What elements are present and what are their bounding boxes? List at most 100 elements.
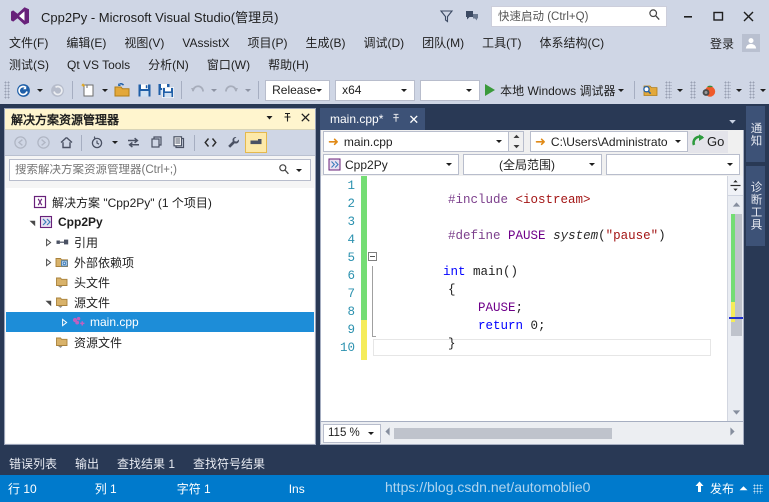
notifications-icon[interactable] — [459, 3, 485, 29]
menu-edit[interactable]: 编辑(E) — [57, 33, 115, 53]
chevron-down-icon[interactable] — [618, 88, 625, 92]
dock-tab-error-list[interactable]: 错误列表 — [0, 455, 66, 472]
scroll-down-icon[interactable] — [728, 405, 743, 419]
expander-collapsed[interactable] — [42, 256, 54, 268]
refresh-icon[interactable] — [145, 132, 167, 153]
close-icon[interactable] — [300, 112, 311, 126]
close-button[interactable] — [733, 3, 763, 29]
zoom-combo[interactable]: 115 % — [323, 423, 381, 443]
sync-with-active-document-icon[interactable] — [122, 132, 144, 153]
expander-collapsed[interactable] — [58, 316, 70, 328]
toolbar-grip-4[interactable] — [724, 81, 731, 99]
tree-item-solution[interactable]: 解决方案 "Cpp2Py" (1 个项目) — [6, 192, 314, 212]
home-icon[interactable] — [55, 132, 77, 153]
menu-analyze[interactable]: 分析(N) — [139, 55, 198, 75]
pin-icon[interactable] — [282, 112, 293, 126]
publish-dropdown-icon[interactable] — [738, 482, 749, 496]
pending-changes-icon[interactable] — [86, 132, 108, 153]
project-scope-combo[interactable]: Cpp2Py — [323, 154, 459, 175]
tree-item-resource-files[interactable]: 资源文件 — [6, 332, 314, 352]
menu-file[interactable]: 文件(F) — [0, 33, 57, 53]
menu-debug[interactable]: 调试(D) — [354, 33, 413, 53]
tree-item-main-cpp[interactable]: main.cpp — [6, 312, 314, 332]
hscroll-thumb[interactable] — [394, 427, 612, 439]
navigate-back-icon[interactable] — [12, 79, 34, 101]
resize-grip[interactable] — [753, 483, 763, 494]
publish-label[interactable]: 发布 — [710, 480, 734, 497]
save-all-icon[interactable] — [155, 79, 177, 101]
vtab-notifications[interactable]: 通知 — [746, 106, 765, 162]
publish-up-arrow-icon[interactable] — [693, 480, 706, 498]
nav-file-combo[interactable]: ➜ main.cpp — [323, 131, 509, 152]
dock-tab-find-results-1[interactable]: 查找结果 1 — [108, 455, 184, 472]
tree-item-references[interactable]: 引用 — [6, 232, 314, 252]
expander-collapsed[interactable] — [42, 236, 54, 248]
user-avatar-icon[interactable] — [742, 34, 760, 52]
split-view-icon[interactable] — [728, 176, 743, 196]
open-file-icon[interactable] — [111, 79, 133, 101]
feedback-icon[interactable] — [433, 3, 459, 29]
find-in-window-icon[interactable] — [639, 79, 661, 101]
tomato-timer-icon[interactable] — [698, 79, 720, 101]
menu-team[interactable]: 团队(M) — [413, 33, 473, 53]
extra-combo[interactable] — [419, 79, 481, 101]
collapse-all-icon[interactable] — [168, 132, 190, 153]
editor-horizontal-scrollbar[interactable] — [383, 423, 741, 443]
menu-window[interactable]: 窗口(W) — [198, 55, 259, 75]
redo-dropdown-icon[interactable] — [245, 88, 252, 92]
tree-item-external-dependencies[interactable]: 外部依赖项 — [6, 252, 314, 272]
menu-tools[interactable]: 工具(T) — [473, 33, 530, 53]
chevron-down-icon[interactable] — [296, 168, 302, 172]
toolbar-grip[interactable] — [4, 81, 11, 99]
pin-icon[interactable] — [391, 112, 401, 126]
configuration-combo[interactable]: Release — [265, 79, 331, 101]
tree-item-project[interactable]: Cpp2Py — [6, 212, 314, 232]
member-scope-combo[interactable]: (全局范围) — [463, 154, 602, 175]
login-link[interactable]: 登录 — [710, 35, 742, 52]
tree-item-source-files[interactable]: 源文件 — [6, 292, 314, 312]
show-all-files-icon[interactable] — [199, 132, 221, 153]
platform-combo[interactable]: x64 — [335, 79, 415, 101]
minimize-button[interactable] — [673, 3, 703, 29]
menu-help[interactable]: 帮助(H) — [259, 55, 318, 75]
menu-project[interactable]: 项目(P) — [238, 33, 296, 53]
scroll-right-icon[interactable] — [728, 426, 737, 440]
dock-tab-find-symbol-results[interactable]: 查找符号结果 — [184, 455, 274, 472]
spin-down-icon[interactable] — [509, 142, 523, 152]
third-scope-combo[interactable] — [606, 154, 740, 175]
scroll-left-icon[interactable] — [383, 426, 392, 440]
search-input[interactable] — [10, 164, 268, 176]
quick-launch-box[interactable]: 快速启动 (Ctrl+Q) — [491, 5, 667, 27]
undo-dropdown-icon[interactable] — [211, 88, 218, 92]
toolbar-grip-5[interactable] — [748, 81, 755, 99]
maximize-button[interactable] — [703, 3, 733, 29]
menu-architecture[interactable]: 体系结构(C) — [530, 33, 613, 53]
toolbar-grip-3[interactable] — [689, 81, 697, 99]
pending-changes-dropdown-icon[interactable] — [112, 141, 118, 144]
spin-up-icon[interactable] — [509, 132, 523, 142]
menu-test[interactable]: 测试(S) — [0, 55, 58, 75]
nav-spinner[interactable] — [509, 131, 524, 152]
new-item-icon[interactable] — [77, 79, 99, 101]
vtab-diagnostic-tools[interactable]: 诊断工具 — [746, 166, 765, 246]
chevron-down-icon[interactable] — [727, 116, 738, 130]
toolbar-overflow-icon-2[interactable] — [735, 88, 742, 92]
dock-tab-output[interactable]: 输出 — [66, 455, 108, 472]
navigate-back-dropdown-icon[interactable] — [37, 88, 44, 92]
toolbar-grip-2[interactable] — [665, 81, 672, 99]
toolbar-overflow-icon[interactable] — [676, 88, 683, 92]
go-button[interactable]: Go — [688, 130, 729, 153]
search-icon[interactable] — [278, 163, 290, 178]
new-item-dropdown-icon[interactable] — [102, 88, 109, 92]
tree-item-header-files[interactable]: 头文件 — [6, 272, 314, 292]
chevron-down-icon[interactable] — [264, 112, 275, 126]
expander-expanded[interactable] — [26, 216, 38, 228]
menu-view[interactable]: 视图(V) — [115, 33, 173, 53]
save-icon[interactable] — [133, 79, 155, 101]
code-editor[interactable]: 1 2 3 4 5 6 7 8 9 10 #include <iostream>… — [320, 176, 744, 422]
menu-qt-vs-tools[interactable]: Qt VS Tools — [58, 55, 139, 75]
editor-tab-main-cpp[interactable]: main.cpp* ✕ — [320, 108, 426, 130]
menu-vassistx[interactable]: VAssistX — [173, 33, 238, 53]
toolbar-overflow-icon-3[interactable] — [759, 88, 766, 92]
preview-selected-items-icon[interactable] — [245, 132, 267, 153]
